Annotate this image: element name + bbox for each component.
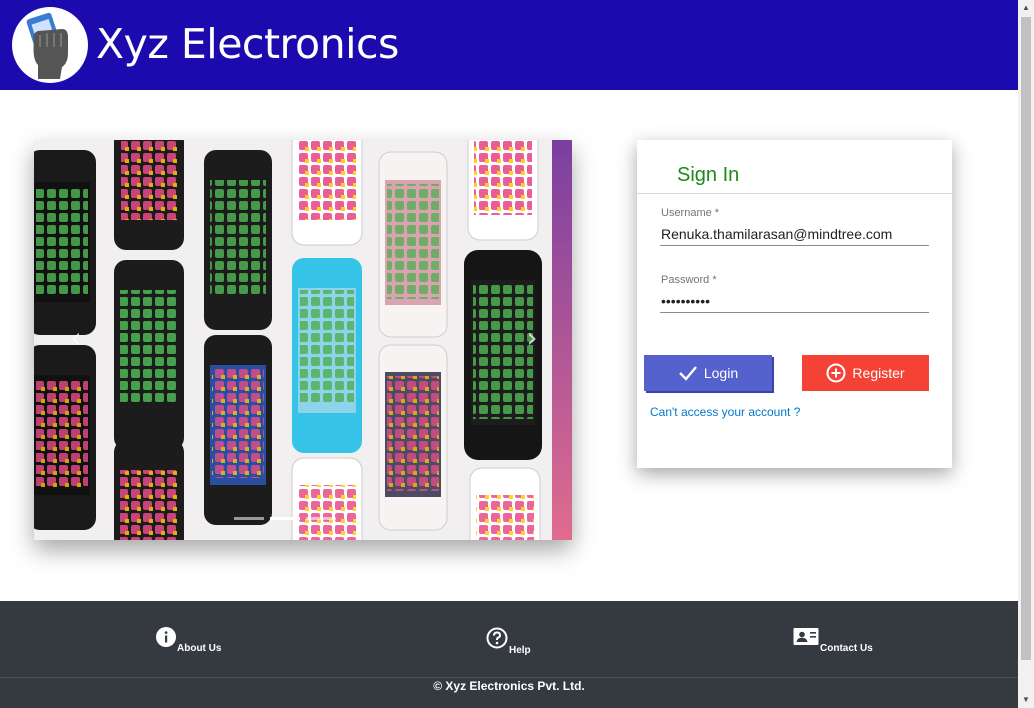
username-field[interactable] xyxy=(660,222,929,246)
carousel-indicators xyxy=(234,517,336,520)
footer-about-label: About Us xyxy=(177,643,222,654)
carousel-indicator[interactable] xyxy=(234,517,264,520)
info-icon xyxy=(156,627,176,650)
help-icon xyxy=(486,627,508,652)
brand-title: Xyz Electronics xyxy=(96,20,399,68)
site-footer: About Us Help Contact Us © Xyz Electroni… xyxy=(0,601,1018,708)
footer-contact-label: Contact Us xyxy=(820,643,873,654)
page-scrollbar[interactable]: ▲ ▼ xyxy=(1018,0,1034,708)
footer-divider xyxy=(0,677,1018,678)
password-field[interactable] xyxy=(660,289,929,313)
carousel-indicator-active[interactable] xyxy=(270,517,300,520)
login-button[interactable]: Login xyxy=(644,355,772,391)
footer-help-link[interactable]: Help xyxy=(486,627,531,656)
copyright-text: © Xyz Electronics Pvt. Ltd. xyxy=(433,679,585,693)
add-circle-icon xyxy=(826,363,846,383)
forgot-account-link[interactable]: Can't access your account ? xyxy=(650,405,800,419)
contact-card-icon xyxy=(793,627,819,650)
password-label: Password * xyxy=(661,274,717,286)
signin-divider xyxy=(637,193,952,194)
scroll-down-arrow-icon[interactable]: ▼ xyxy=(1018,692,1034,708)
login-label: Login xyxy=(703,365,739,381)
footer-help-label: Help xyxy=(509,645,531,656)
signin-title: Sign In xyxy=(677,164,740,186)
brand-logo-icon[interactable] xyxy=(12,7,88,83)
product-carousel[interactable] xyxy=(34,140,572,540)
site-header: Xyz Electronics xyxy=(0,0,1018,90)
scrollbar-thumb[interactable] xyxy=(1021,17,1031,660)
signin-card: Sign In Username * Password * Login Regi… xyxy=(637,140,952,468)
checkmark-icon xyxy=(678,365,698,381)
carousel-prev-button[interactable]: ‹ xyxy=(66,318,86,358)
register-button[interactable]: Register xyxy=(802,355,929,391)
register-label: Register xyxy=(852,365,905,381)
carousel-indicator[interactable] xyxy=(306,517,336,520)
footer-contact-link[interactable]: Contact Us xyxy=(793,627,873,654)
carousel-next-button[interactable]: › xyxy=(522,318,542,358)
username-label: Username * xyxy=(661,207,720,219)
footer-about-link[interactable]: About Us xyxy=(156,627,221,654)
scroll-up-arrow-icon[interactable]: ▲ xyxy=(1018,0,1034,16)
iphone-collage-image xyxy=(34,140,572,540)
